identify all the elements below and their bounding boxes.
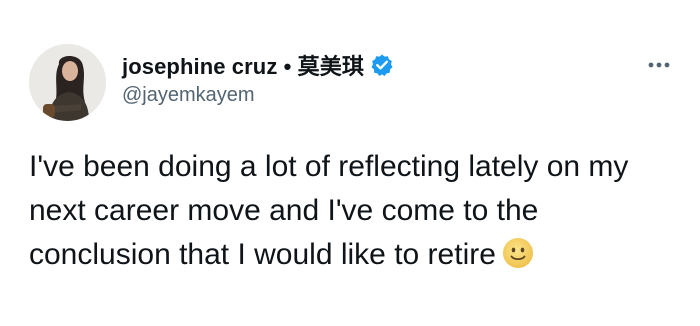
avatar[interactable]: [29, 44, 106, 121]
display-name[interactable]: josephine cruz • 莫美琪: [122, 49, 364, 81]
tweet-card[interactable]: josephine cruz • 莫美琪 @jayemkayem I've be…: [0, 0, 700, 326]
profile-photo-icon: [29, 44, 106, 121]
verified-badge-icon: [370, 53, 394, 77]
slightly-smiling-face-icon: [502, 237, 534, 269]
tweet-text: I've been doing a lot of reflecting late…: [29, 150, 629, 271]
more-options-icon[interactable]: [644, 58, 674, 70]
author-name-row[interactable]: josephine cruz • 莫美琪: [122, 50, 394, 80]
handle[interactable]: @jayemkayem: [122, 84, 255, 107]
tweet-text-container: I've been doing a lot of reflecting late…: [29, 145, 679, 277]
